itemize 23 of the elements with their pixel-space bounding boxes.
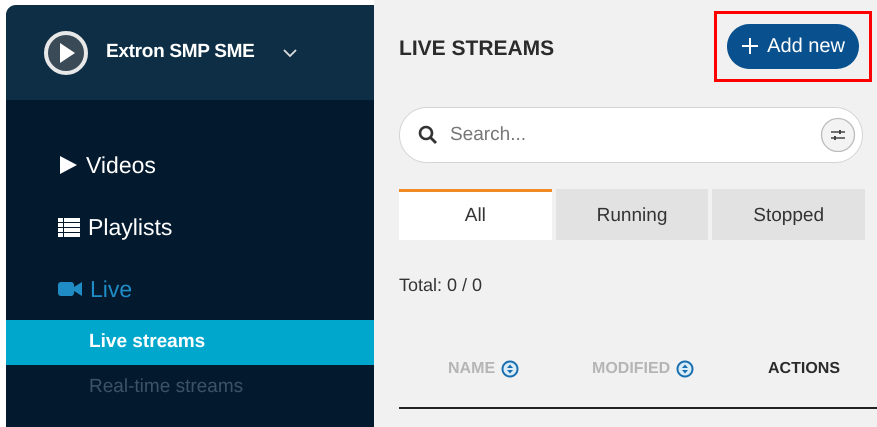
search-icon <box>418 125 438 145</box>
play-icon <box>58 155 78 175</box>
page-title: LIVE STREAMS <box>399 36 554 62</box>
chevron-icon[interactable] <box>282 48 298 58</box>
search-field[interactable]: Search... <box>399 107 863 163</box>
nav-item[interactable]: Videos <box>6 134 374 196</box>
column-header: ACTIONS <box>768 359 840 379</box>
filter-tab[interactable]: Running <box>556 189 708 240</box>
nav-item[interactable]: Playlists <box>6 196 374 258</box>
sort-icon[interactable] <box>501 360 520 378</box>
play-circle-icon <box>43 30 89 76</box>
plus-icon <box>741 37 760 55</box>
filter-icon[interactable] <box>820 117 856 153</box>
search-input[interactable]: Search... <box>450 120 808 150</box>
filter-tab[interactable]: All <box>399 189 552 240</box>
list-icon <box>58 218 80 236</box>
add-button[interactable]: Add new <box>727 24 859 68</box>
filter-tab[interactable]: Stopped <box>712 189 866 240</box>
total-count: Total: 0 / 0 <box>399 274 484 297</box>
nav-item[interactable]: Live <box>6 258 374 320</box>
app-title: Extron SMP SME <box>106 40 255 64</box>
sort-icon[interactable] <box>676 360 694 378</box>
video-camera-icon <box>58 281 82 297</box>
